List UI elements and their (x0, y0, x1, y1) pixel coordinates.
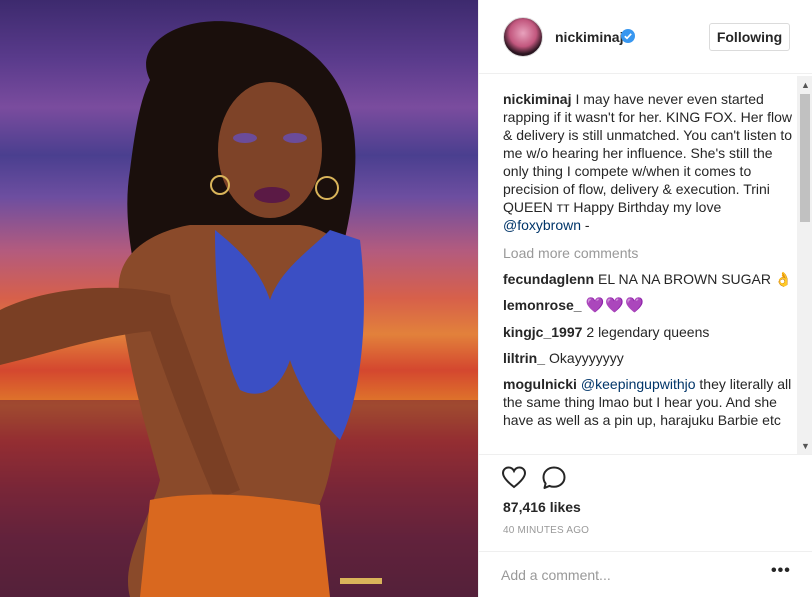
post-photo[interactable] (0, 0, 478, 597)
comments-list: nickiminaj I may have never even started … (503, 90, 799, 450)
photo-illustration (0, 21, 478, 597)
comment-username[interactable]: lemonrose_ (503, 297, 582, 313)
caption-username[interactable]: nickiminaj (503, 91, 571, 107)
heart-outline-icon[interactable] (501, 465, 527, 491)
header-username[interactable]: nickiminaj (555, 29, 623, 45)
verified-badge-icon (621, 29, 635, 43)
load-more-comments-link[interactable]: Load more comments (503, 244, 799, 262)
post-actions: 87,416 likes 40 MINUTES AGO ••• (479, 454, 812, 597)
comment-mention[interactable]: @keepingupwithjo (581, 376, 696, 392)
comment-item: kingjc_1997 2 legendary queens (503, 323, 799, 341)
comment-item: mogulnicki @keepingupwithjo they literall… (503, 375, 799, 429)
comment-text: EL NA NA BROWN SUGAR 👌 (598, 271, 793, 287)
caption-mention[interactable]: @foxybrown (503, 217, 581, 233)
scroll-up-arrow-icon[interactable]: ▲ (801, 80, 810, 90)
speech-bubble-icon[interactable] (541, 465, 567, 491)
post-timestamp[interactable]: 40 MINUTES AGO (503, 525, 589, 536)
ellipsis-icon[interactable]: ••• (771, 562, 791, 580)
comment-username[interactable]: liltrin_ (503, 350, 545, 366)
comment-text: Okayyyyyyy (549, 350, 624, 366)
caption-text: I may have never even started rapping if… (503, 91, 793, 215)
comment-text: 2 legendary queens (586, 324, 710, 340)
comment-username[interactable]: kingjc_1997 (503, 324, 582, 340)
scrollbar-thumb[interactable] (800, 94, 810, 222)
comment-item: lemonrose_ 💜💜💜 (503, 296, 799, 315)
purple-hearts-emoji: 💜💜💜 (585, 297, 645, 314)
following-button[interactable]: Following (709, 23, 790, 51)
comment-item: fecundaglenn EL NA NA BROWN SUGAR 👌 (503, 270, 799, 288)
comment-username[interactable]: fecundaglenn (503, 271, 594, 287)
scroll-down-arrow-icon[interactable]: ▼ (801, 441, 810, 451)
comments-scrollbar[interactable]: ▲ ▼ (797, 76, 812, 454)
post-header: nickiminaj Following (479, 0, 812, 74)
comment-item: liltrin_ Okayyyyyyy (503, 349, 799, 367)
likes-count[interactable]: 87,416 likes (503, 499, 581, 515)
add-comment-input[interactable] (501, 564, 751, 586)
caption-tail: - (581, 217, 590, 233)
post-caption: nickiminaj I may have never even started … (503, 90, 799, 234)
post-sidebar: nickiminaj Following nickiminaj I may hav… (478, 0, 812, 597)
comment-username[interactable]: mogulnicki (503, 376, 577, 392)
avatar[interactable] (503, 17, 543, 57)
add-comment-bar: ••• (479, 551, 812, 597)
